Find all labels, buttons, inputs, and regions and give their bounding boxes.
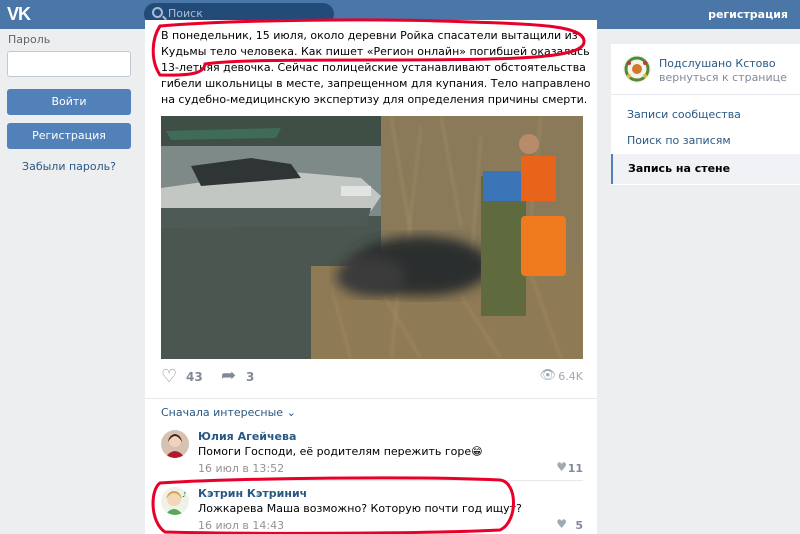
- vk-logo[interactable]: VK: [7, 4, 35, 24]
- post-card: В понедельник, 15 июля, около деревни Ро…: [145, 20, 597, 534]
- share-count: 3: [246, 370, 255, 384]
- comment-time[interactable]: 16 июл в 13:52: [198, 462, 284, 475]
- post-text: В понедельник, 15 июля, около деревни Ро…: [161, 29, 591, 106]
- comment-divider: [198, 480, 583, 481]
- sidebar-item-label: Запись на стене: [628, 162, 731, 175]
- forgot-password-link[interactable]: Забыли пароль?: [7, 160, 131, 173]
- avatar[interactable]: [161, 430, 189, 458]
- heart-icon[interactable]: ♥: [556, 517, 567, 531]
- comment-author[interactable]: Кэтрин Кэтринич: [198, 487, 307, 500]
- river-photo-image: [161, 116, 583, 359]
- comment-text: Помоги Господи, её родителям пережить го…: [198, 445, 483, 458]
- comment-like-count: 5: [575, 519, 583, 532]
- group-avatar-image: [623, 55, 651, 83]
- share-icon[interactable]: ➦: [221, 365, 236, 386]
- sidebar-item-community-posts[interactable]: Записи сообщества: [627, 108, 741, 121]
- like-count: 43: [186, 370, 203, 384]
- sidebar-divider: [611, 94, 800, 95]
- avatar[interactable]: ♪: [161, 487, 189, 515]
- commenter-avatar-image: [161, 430, 189, 458]
- comment-like-count: 11: [567, 462, 583, 475]
- commenter-avatar-image: ♪: [161, 487, 189, 515]
- register-button[interactable]: Регистрация: [7, 123, 131, 149]
- back-to-page-link[interactable]: вернуться к странице: [659, 71, 787, 84]
- view-count: 6.4K: [558, 370, 583, 383]
- chevron-down-icon: ⌄: [286, 406, 296, 419]
- comment-author[interactable]: Юлия Агейчева: [198, 430, 296, 443]
- sidebar-item-wall-post[interactable]: Запись на стене: [611, 154, 800, 184]
- heart-icon[interactable]: ♥: [556, 460, 567, 474]
- svg-text:♪: ♪: [182, 491, 186, 499]
- post-stats: ♡ 43 ➦ 3 👁 6.4K: [161, 365, 583, 388]
- comment-time[interactable]: 16 июл в 14:43: [198, 519, 284, 532]
- comments-sort-dropdown[interactable]: Сначала интересные ⌄: [161, 406, 296, 419]
- register-link[interactable]: регистрация: [708, 8, 788, 21]
- search-placeholder: Поиск: [168, 7, 203, 20]
- post-divider: [145, 398, 597, 399]
- group-name[interactable]: Подслушано Кстово: [659, 57, 776, 70]
- sort-label: Сначала интересные: [161, 406, 284, 419]
- eye-icon: 👁: [539, 368, 556, 383]
- heart-icon[interactable]: ♡: [161, 366, 177, 387]
- password-label: Пароль: [8, 33, 51, 46]
- comment-text: Ложкарева Маша возможно? Которую почти г…: [198, 502, 522, 515]
- password-field[interactable]: [7, 51, 131, 77]
- login-button[interactable]: Войти: [7, 89, 131, 115]
- search-icon: [152, 7, 163, 18]
- sidebar-item-search-posts[interactable]: Поиск по записям: [627, 134, 731, 147]
- community-sidebar: Подслушано Кстово вернуться к странице З…: [611, 44, 800, 185]
- avatar[interactable]: [623, 55, 651, 83]
- post-photo[interactable]: [161, 116, 583, 359]
